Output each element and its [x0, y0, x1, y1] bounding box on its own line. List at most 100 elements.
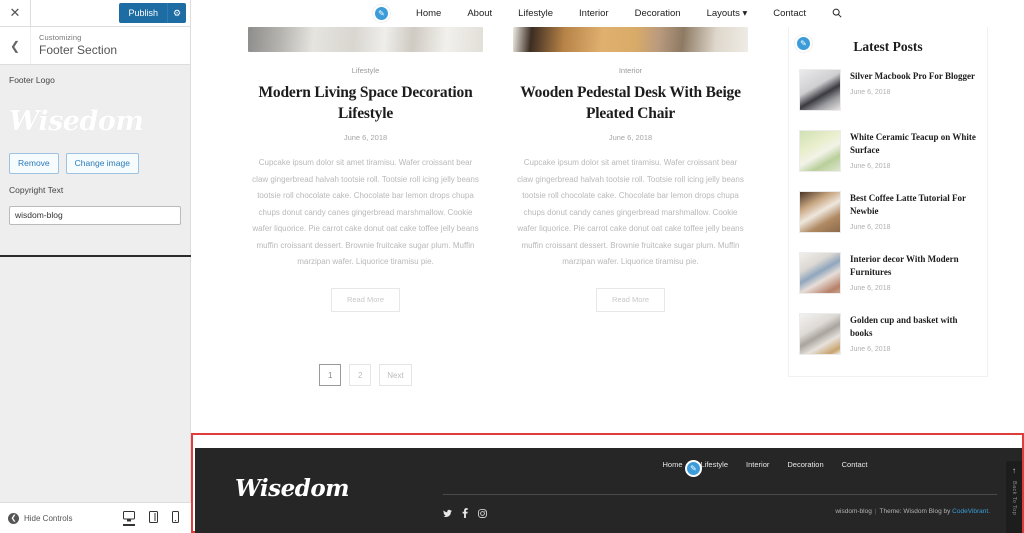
list-item-date: June 6, 2018	[850, 89, 891, 96]
footer-nav-item-lifestyle[interactable]: Lifestyle	[701, 460, 729, 469]
edit-pencil-icon[interactable]: ✎	[795, 35, 812, 52]
facebook-icon[interactable]	[462, 508, 468, 520]
post-card: Lifestyle Modern Living Space Decoration…	[248, 27, 483, 312]
list-item-text: Best Coffee Latte Tutorial For Newbie Ju…	[850, 191, 977, 233]
list-item-text: White Ceramic Teacup on White Surface Ju…	[850, 130, 977, 172]
list-item-date: June 6, 2018	[850, 163, 891, 170]
copyright-theme-text: Theme: Wisdom Blog by	[879, 508, 951, 515]
nav-item-interior[interactable]: Interior	[579, 8, 609, 19]
post-thumbnail[interactable]	[248, 27, 483, 52]
list-item-date: June 6, 2018	[850, 346, 891, 353]
copyright-author-link[interactable]: CodeVibrant.	[952, 508, 990, 515]
post-title[interactable]: Modern Living Space Decoration Lifestyle	[248, 82, 483, 124]
publish-button[interactable]: Publish	[119, 3, 167, 23]
panel-bottom-divider	[0, 255, 191, 257]
post-excerpt: Cupcake ipsum dolor sit amet tiramisu. W…	[517, 158, 744, 266]
customizer-titles: Customizing Footer Section	[31, 33, 117, 58]
copyright-text-input[interactable]	[9, 205, 181, 225]
customizer-footer-bar: ❮ Hide Controls	[0, 502, 191, 533]
section-title: Footer Section	[39, 43, 118, 57]
post-category[interactable]: Lifestyle	[248, 66, 483, 75]
post-category[interactable]: Interior	[513, 66, 748, 75]
site-main-nav: ✎ Home About Lifestyle Interior Decorati…	[191, 0, 1024, 27]
device-preview-group	[123, 510, 191, 526]
post-card: Interior Wooden Pedestal Desk With Beige…	[513, 27, 748, 312]
footer-nav-item-contact[interactable]: Contact	[842, 460, 868, 469]
customizer-header: ✕ Publish ⚙	[0, 0, 190, 27]
post-thumbnail[interactable]	[799, 313, 841, 355]
logo-actions: Remove Change image	[9, 153, 181, 174]
close-icon[interactable]: ✕	[0, 0, 31, 26]
list-item[interactable]: White Ceramic Teacup on White Surface Ju…	[799, 120, 977, 181]
search-icon[interactable]	[832, 5, 842, 23]
twitter-icon[interactable]	[443, 509, 452, 520]
page-next-button[interactable]: Next	[379, 364, 412, 386]
arrow-up-icon: ↑	[1012, 466, 1016, 475]
footer-copyright: wisdom-blog | Theme: Wisdom Blog by CodeVi…	[835, 508, 990, 515]
list-item-title[interactable]: Best Coffee Latte Tutorial For Newbie	[850, 192, 977, 218]
edit-pencil-icon[interactable]: ✎	[685, 460, 702, 477]
list-item[interactable]: Best Coffee Latte Tutorial For Newbie Ju…	[799, 181, 977, 242]
site-preview: ✎ Home About Lifestyle Interior Decorati…	[191, 0, 1024, 533]
edit-pencil-icon[interactable]: ✎	[373, 5, 390, 22]
post-thumbnail[interactable]	[799, 130, 841, 172]
list-item-title[interactable]: Silver Macbook Pro For Blogger	[850, 70, 975, 83]
footer-logo[interactable]: Wisedom	[235, 475, 350, 502]
read-more-wrap: Read More	[248, 287, 483, 312]
list-item-title[interactable]: Golden cup and basket with books	[850, 314, 977, 340]
hide-controls-label: Hide Controls	[24, 513, 73, 523]
footer-nav-item-home[interactable]: Home	[662, 460, 682, 469]
back-to-top-button[interactable]: ↑ Back To Top	[1006, 461, 1022, 533]
mobile-view-icon[interactable]	[172, 510, 179, 526]
site-footer: Wisedom Home Lifestyle Interior Decorati…	[195, 448, 1022, 533]
post-thumbnail[interactable]	[799, 191, 841, 233]
copyright-text-label: Copyright Text	[9, 185, 64, 195]
list-item-date: June 6, 2018	[850, 285, 891, 292]
copyright-site-name: wisdom-blog	[835, 508, 872, 515]
nav-item-decoration[interactable]: Decoration	[635, 8, 681, 19]
change-image-button[interactable]: Change image	[65, 153, 139, 174]
nav-item-lifestyle[interactable]: Lifestyle	[518, 8, 553, 19]
hide-controls-button[interactable]: ❮ Hide Controls	[0, 512, 73, 524]
list-item[interactable]: Interior decor With Modern Furnitures Ju…	[799, 242, 977, 303]
post-thumbnail[interactable]	[799, 252, 841, 294]
chevron-left-circle-icon: ❮	[8, 512, 19, 524]
gear-icon[interactable]: ⚙	[167, 3, 186, 23]
nav-item-about[interactable]: About	[467, 8, 492, 19]
sidebar: ✎ Latest Posts Silver Macbook Pro For Bl…	[788, 20, 988, 377]
post-thumbnail[interactable]	[513, 27, 748, 52]
post-excerpt: Cupcake ipsum dolor sit amet tiramisu. W…	[252, 158, 479, 266]
page-button-1[interactable]: 1	[319, 364, 342, 386]
pagination: 1 2 Next	[248, 364, 483, 386]
tablet-view-icon[interactable]	[149, 510, 158, 526]
list-item-title[interactable]: White Ceramic Teacup on White Surface	[850, 131, 977, 157]
list-item[interactable]: Silver Macbook Pro For Blogger June 6, 2…	[799, 59, 977, 120]
screenshot-root: ✕ Publish ⚙ ❮ Customizing Footer Section…	[0, 0, 1024, 533]
list-item-date: June 6, 2018	[850, 224, 891, 231]
footer-nav-item-interior[interactable]: Interior	[746, 460, 769, 469]
footer-logo-label: Footer Logo	[9, 75, 55, 85]
post-thumbnail[interactable]	[799, 69, 841, 111]
customizer-panel: ✕ Publish ⚙ ❮ Customizing Footer Section…	[0, 0, 191, 533]
post-title[interactable]: Wooden Pedestal Desk With Beige Pleated …	[513, 82, 748, 124]
customizer-body: Footer Logo Wisedom Remove Change image …	[0, 65, 190, 225]
page-button-2[interactable]: 2	[349, 364, 372, 386]
footer-social-links	[443, 508, 487, 520]
list-item-text: Interior decor With Modern Furnitures Ju…	[850, 252, 977, 294]
list-item-title[interactable]: Interior decor With Modern Furnitures	[850, 253, 977, 279]
widget-title: Latest Posts	[853, 39, 923, 54]
read-more-button[interactable]: Read More	[330, 287, 401, 312]
chevron-left-icon[interactable]: ❮	[0, 27, 31, 64]
footer-nav: Home Lifestyle Interior Decoration Conta…	[565, 460, 965, 477]
desktop-view-icon[interactable]	[123, 510, 135, 526]
nav-item-contact[interactable]: Contact	[773, 8, 806, 19]
list-item[interactable]: Golden cup and basket with books June 6,…	[799, 303, 977, 364]
nav-item-layouts[interactable]: Layouts ▾	[707, 8, 748, 19]
post-date: June 6, 2018	[608, 133, 653, 142]
nav-item-home[interactable]: Home	[416, 8, 441, 19]
read-more-button[interactable]: Read More	[595, 287, 666, 312]
remove-button[interactable]: Remove	[9, 153, 59, 174]
instagram-icon[interactable]	[478, 508, 487, 520]
footer-nav-item-decoration[interactable]: Decoration	[787, 460, 823, 469]
footer-logo-preview: Wisedom	[9, 95, 181, 147]
